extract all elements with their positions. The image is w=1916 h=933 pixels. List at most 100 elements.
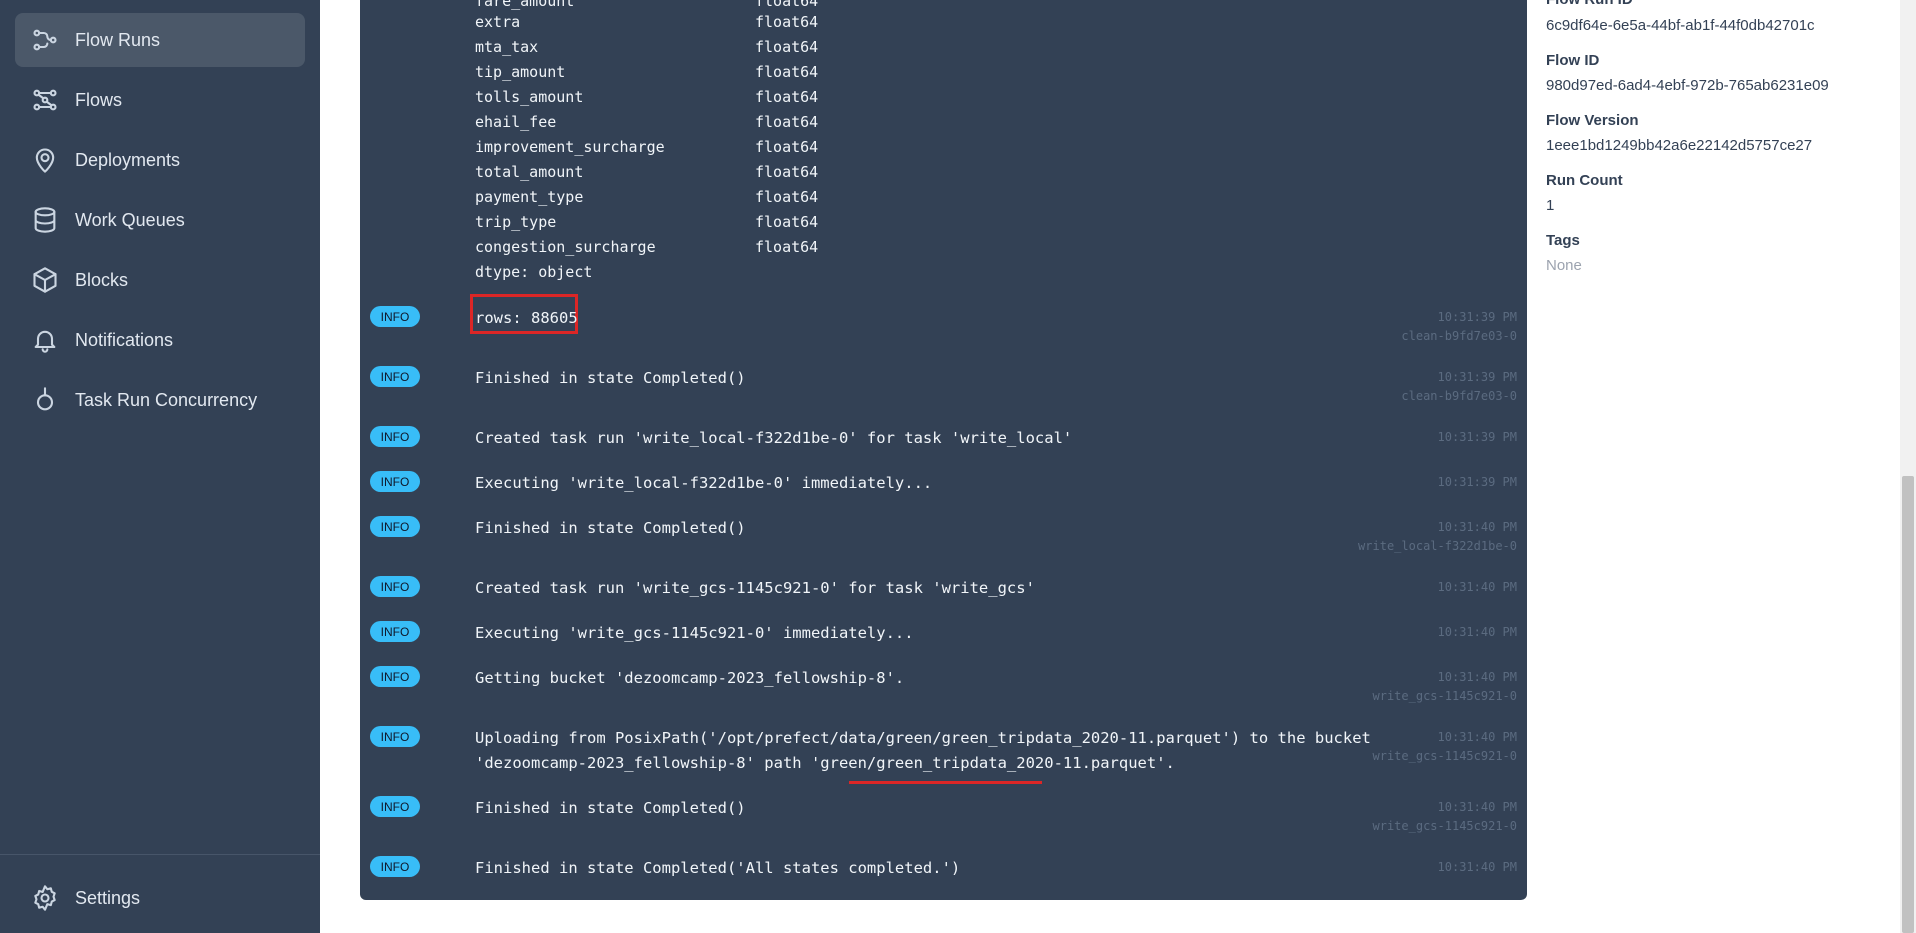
- sidebar-item-settings[interactable]: Settings: [15, 871, 305, 925]
- dtype-footer: dtype: object: [475, 263, 593, 281]
- log-timestamp: 10:31:39 PM: [1437, 310, 1517, 324]
- log-task-run: write_gcs-1145c921-0: [1372, 689, 1518, 703]
- sidebar-item-task-run-concurrency[interactable]: Task Run Concurrency: [15, 373, 305, 427]
- tags-label: Tags: [1546, 232, 1580, 249]
- log-meta: 10:31:39 PM clean-b9fd7e03-0: [1401, 368, 1517, 406]
- log-timestamp: 10:31:40 PM: [1437, 520, 1517, 534]
- sidebar-item-deployments[interactable]: Deployments: [15, 133, 305, 187]
- log-level-badge: INFO: [370, 576, 420, 597]
- log-meta: 10:31:39 PM clean-b9fd7e03-0: [1401, 308, 1517, 346]
- log-timestamp: 10:31:40 PM: [1437, 670, 1517, 684]
- log-message: Executing 'write_local-f322d1be-0' immed…: [475, 474, 933, 492]
- log-level-badge: INFO: [370, 796, 420, 817]
- log-meta: 10:31:40 PM write_gcs-1145c921-0: [1373, 728, 1518, 766]
- flow-id-label: Flow ID: [1546, 52, 1600, 69]
- log-message: Finished in state Completed(): [475, 519, 746, 537]
- dtype-row: payment_type float64: [475, 188, 819, 206]
- concurrency-icon: [29, 384, 61, 416]
- flow-run-id-value: 6c9df64e-6e5a-44bf-ab1f-44f0db42701c: [1546, 17, 1815, 34]
- run-count-value: 1: [1546, 197, 1555, 214]
- log-level-badge: INFO: [370, 621, 420, 642]
- page-scrollbar[interactable]: [1900, 0, 1916, 933]
- log-timestamp: 10:31:40 PM: [1437, 730, 1517, 744]
- dtype-row: ehail_fee float64: [475, 113, 819, 131]
- log-meta: 10:31:40 PM: [1438, 623, 1517, 642]
- sidebar-item-flow-runs[interactable]: Flow Runs: [15, 13, 305, 67]
- log-message: Executing 'write_gcs-1145c921-0' immedia…: [475, 624, 914, 642]
- sidebar-item-label: Flows: [75, 89, 123, 110]
- sidebar-item-label: Notifications: [75, 329, 174, 350]
- dtype-row: total_amount float64: [475, 163, 819, 181]
- log-task-run: write_gcs-1145c921-0: [1372, 749, 1518, 763]
- log-meta: 10:31:40 PM write_gcs-1145c921-0: [1373, 668, 1518, 706]
- gear-icon: [29, 882, 61, 914]
- dtype-row: tip_amount float64: [475, 63, 819, 81]
- log-message: Created task run 'write_local-f322d1be-0…: [475, 429, 1073, 447]
- sidebar-item-label: Settings: [75, 887, 141, 908]
- log-meta: 10:31:39 PM: [1438, 428, 1517, 447]
- flow-version-label: Flow Version: [1546, 112, 1639, 129]
- log-task-run: write_gcs-1145c921-0: [1372, 819, 1518, 833]
- sidebar-item-label: Task Run Concurrency: [75, 389, 258, 410]
- log-level-badge: INFO: [370, 366, 420, 387]
- sidebar-divider: [0, 854, 320, 855]
- log-level-badge: INFO: [370, 471, 420, 492]
- log-task-run: clean-b9fd7e03-0: [1401, 389, 1517, 403]
- log-timestamp: 10:31:40 PM: [1437, 580, 1517, 594]
- flows-icon: [29, 84, 61, 116]
- sidebar-item-label: Flow Runs: [75, 29, 161, 50]
- log-message: Finished in state Completed('All states …: [475, 859, 961, 877]
- sidebar-item-notifications[interactable]: Notifications: [15, 313, 305, 367]
- sidebar-item-label: Blocks: [75, 269, 129, 290]
- sidebar: Flow Runs Flows Deployments Work Queues …: [0, 0, 320, 933]
- log-timestamp: 10:31:39 PM: [1437, 370, 1517, 384]
- log-level-badge: INFO: [370, 856, 420, 877]
- log-timestamp: 10:31:39 PM: [1437, 430, 1517, 444]
- sidebar-item-flows[interactable]: Flows: [15, 73, 305, 127]
- log-timestamp: 10:31:40 PM: [1437, 625, 1517, 639]
- log-level-badge: INFO: [370, 426, 420, 447]
- flow-version-value: 1eee1bd1249bb42a6e22142d5757ce27: [1546, 137, 1813, 154]
- log-task-run: write_local-f322d1be-0: [1358, 539, 1517, 553]
- dtype-row: improvement_surcharge float64: [475, 138, 819, 156]
- log-message: Uploading from PosixPath('/opt/prefect/d…: [475, 729, 1371, 772]
- tags-value: None: [1546, 257, 1582, 274]
- flow-runs-icon: [29, 24, 61, 56]
- log-meta: 10:31:39 PM: [1438, 473, 1517, 492]
- log-timestamp: 10:31:40 PM: [1437, 860, 1517, 874]
- log-level-badge: INFO: [370, 726, 420, 747]
- dtype-row: extra float64: [475, 13, 819, 31]
- dtype-row: trip_type float64: [475, 213, 819, 231]
- log-timestamp: 10:31:40 PM: [1437, 800, 1517, 814]
- log-level-badge: INFO: [370, 516, 420, 537]
- log-message: Created task run 'write_gcs-1145c921-0' …: [475, 579, 1035, 597]
- log-level-badge: INFO: [370, 666, 420, 687]
- dtype-row: mta_tax float64: [475, 38, 819, 56]
- log-meta: 10:31:40 PM write_gcs-1145c921-0: [1373, 798, 1518, 836]
- log-timestamp: 10:31:39 PM: [1437, 475, 1517, 489]
- log-meta: 10:31:40 PM write_local-f322d1be-0: [1358, 518, 1517, 556]
- log-meta: 10:31:40 PM: [1438, 578, 1517, 597]
- log-meta: 10:31:40 PM: [1438, 858, 1517, 877]
- dtype-row: tolls_amount float64: [475, 88, 819, 106]
- underline-annotation: [849, 781, 1042, 784]
- sidebar-item-label: Work Queues: [75, 209, 185, 230]
- run-count-label: Run Count: [1546, 172, 1623, 189]
- blocks-icon: [29, 264, 61, 296]
- scrollbar-thumb[interactable]: [1902, 476, 1914, 933]
- dtype-row: congestion_surcharge float64: [475, 238, 819, 256]
- sidebar-item-work-queues[interactable]: Work Queues: [15, 193, 305, 247]
- dtype-row: fare_amount float64: [475, 0, 819, 10]
- log-message: rows: 88605: [475, 309, 578, 327]
- log-level-badge: INFO: [370, 306, 420, 327]
- bell-icon: [29, 324, 61, 356]
- work-queues-icon: [29, 204, 61, 236]
- log-message: Finished in state Completed(): [475, 799, 746, 817]
- deployments-icon: [29, 144, 61, 176]
- log-message: Getting bucket 'dezoomcamp-2023_fellowsh…: [475, 669, 905, 687]
- log-message: Finished in state Completed(): [475, 369, 746, 387]
- log-panel: fare_amount float64 extra float64 mta_tax f…: [360, 0, 1527, 900]
- sidebar-item-blocks[interactable]: Blocks: [15, 253, 305, 307]
- sidebar-item-label: Deployments: [75, 149, 181, 170]
- flow-id-value: 980d97ed-6ad4-4ebf-972b-765ab6231e09: [1546, 77, 1829, 94]
